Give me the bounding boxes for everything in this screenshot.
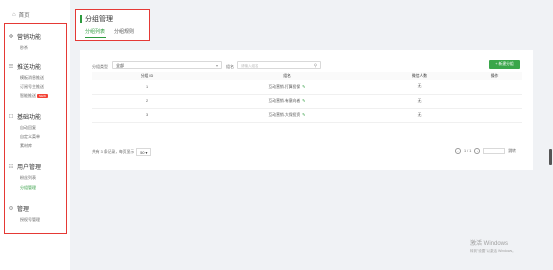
- group-list-panel: 分组类型 全部 ▾ 组名 请输入组名 ⚲ + 新建分组 分组 ID 组名 微信人…: [80, 50, 533, 170]
- active-tab-indicator: [85, 37, 106, 38]
- group-title: 基础功能: [17, 115, 42, 121]
- sidebar-group-marketing[interactable]: ✥ 营销功能: [8, 32, 42, 42]
- table-row: 1 互动营销-打算投保 ✎ 无: [92, 80, 522, 95]
- edit-icon[interactable]: ✎: [302, 84, 305, 89]
- sidebar-group-basic[interactable]: ☐ 基础功能: [8, 112, 42, 122]
- sidebar-item-subscription-push[interactable]: 订阅号主推送: [20, 84, 44, 90]
- type-filter-value: 全部: [116, 63, 124, 68]
- type-filter-select[interactable]: 全部 ▾: [112, 61, 222, 69]
- sidebar-item-label: 智能推送: [20, 93, 36, 98]
- user-icon: ☷: [8, 163, 14, 170]
- sidebar-item-seckill[interactable]: 秒杀: [20, 45, 28, 51]
- page-title: 分组管理: [80, 14, 113, 24]
- sidebar-item-custom-menu[interactable]: 自定义菜单: [20, 134, 40, 140]
- cell-id: 1: [92, 80, 202, 95]
- page-header: 分组管理 分组列表 分组规则: [75, 9, 150, 41]
- page: ⌂ 首页 ✥ 营销功能 秒杀 ☰ 推送功能 模板消息推送 订阅号主推送 智能推送…: [0, 0, 553, 270]
- search-icon[interactable]: ⚲: [314, 63, 317, 69]
- scrollbar-handle[interactable]: [549, 149, 552, 165]
- edit-icon[interactable]: ✎: [302, 98, 305, 103]
- type-filter-label: 分组类型: [92, 64, 108, 69]
- table-row: 2 互动营销-有意向者 ✎ 无: [92, 94, 522, 109]
- page-title-text: 分组管理: [85, 16, 113, 23]
- group-title: 推送功能: [17, 65, 42, 71]
- new-badge: NEW: [37, 93, 48, 98]
- next-page-button[interactable]: ›: [474, 148, 481, 154]
- cell-id: 3: [92, 108, 202, 123]
- windows-activation-watermark: 激活 Windows: [470, 241, 509, 247]
- cell-fans: 无: [372, 108, 467, 123]
- sidebar-home[interactable]: ⌂ 首页: [12, 11, 30, 19]
- cell-actions: [467, 80, 522, 95]
- column-header-fans: 微信人数: [372, 72, 467, 80]
- group-table: 分组 ID 组名 微信人数 操作 1 互动营销-打算投保 ✎ 无 2 互动营销-有…: [92, 72, 522, 123]
- record-summary: 共有 3 条记录，每页显示: [92, 149, 135, 154]
- name-filter-label: 组名: [226, 64, 234, 69]
- table-header-row: 分组 ID 组名 微信人数 操作: [92, 72, 522, 80]
- sidebar-item-group-manage[interactable]: 分组管理: [20, 185, 36, 191]
- pagination-controls: ‹ 1 / 1 › 跳转: [455, 148, 516, 154]
- tab-group-rules[interactable]: 分组规则: [114, 28, 134, 35]
- page-size-value: 50: [140, 150, 145, 155]
- basic-icon: ☐: [8, 113, 14, 120]
- cell-name: 互动营销-有意向者 ✎: [202, 94, 372, 109]
- page-info: 1 / 1: [464, 149, 472, 153]
- group-name: 互动营销-有意向者: [268, 99, 301, 103]
- windows-activation-hint: 转到"设置"以激活 Windows。: [470, 249, 516, 253]
- sidebar-item-smart-push[interactable]: 智能推送 NEW: [20, 93, 48, 99]
- sidebar-item-template-push[interactable]: 模板消息推送: [20, 75, 44, 81]
- sidebar-group-push[interactable]: ☰ 推送功能: [8, 62, 42, 72]
- sidebar-item-material[interactable]: 素材库: [20, 143, 32, 149]
- pagination-summary: 共有 3 条记录，每页显示 50 ▾: [92, 148, 152, 156]
- group-title: 管理: [17, 207, 30, 213]
- search-placeholder: 请输入组名: [241, 63, 259, 68]
- tab-group-list[interactable]: 分组列表: [85, 28, 105, 35]
- sidebar-item-auto-reply[interactable]: 自动回复: [20, 125, 36, 131]
- jump-button[interactable]: 跳转: [508, 149, 516, 154]
- push-icon: ☰: [8, 63, 14, 70]
- new-group-button[interactable]: + 新建分组: [489, 60, 520, 69]
- cell-fans: 无: [372, 80, 467, 95]
- page-size-select[interactable]: 50 ▾: [136, 148, 152, 156]
- marketing-icon: ✥: [8, 33, 14, 40]
- sidebar-item-authorized-account[interactable]: 授权号管理: [20, 217, 40, 223]
- sidebar: ⌂ 首页 ✥ 营销功能 秒杀 ☰ 推送功能 模板消息推送 订阅号主推送 智能推送…: [0, 0, 70, 270]
- chevron-down-icon: ▾: [215, 63, 218, 68]
- home-label: 首页: [18, 13, 30, 19]
- cell-actions: [467, 94, 522, 109]
- sidebar-group-user[interactable]: ☷ 用户管理: [8, 162, 42, 172]
- cell-id: 2: [92, 94, 202, 109]
- cell-name: 互动营销-大保投资 ✎: [202, 108, 372, 123]
- home-icon: ⌂: [12, 12, 16, 18]
- search-input[interactable]: 请输入组名 ⚲: [237, 61, 321, 69]
- jump-page-input[interactable]: [483, 148, 506, 154]
- manage-icon: ⚙: [8, 205, 14, 212]
- sidebar-group-manage[interactable]: ⚙ 管理: [8, 204, 30, 214]
- prev-page-button[interactable]: ‹: [455, 148, 461, 154]
- group-title: 营销功能: [17, 35, 42, 41]
- group-name: 互动营销-打算投保: [268, 84, 301, 89]
- column-header-actions: 操作: [467, 72, 522, 80]
- group-name: 互动营销-大保投资: [268, 113, 301, 117]
- cell-fans: 无: [372, 94, 467, 109]
- table-row: 3 互动营销-大保投资 ✎ 无: [92, 108, 522, 123]
- column-header-id[interactable]: 分组 ID: [92, 72, 202, 80]
- group-title: 用户管理: [17, 165, 42, 171]
- sidebar-item-fans-list[interactable]: 粉丝列表: [20, 175, 36, 181]
- edit-icon[interactable]: ✎: [302, 112, 305, 117]
- cell-name: 互动营销-打算投保 ✎: [202, 80, 372, 95]
- title-accent-bar: [80, 15, 82, 23]
- column-header-name: 组名: [202, 72, 372, 80]
- cell-actions: [467, 108, 522, 123]
